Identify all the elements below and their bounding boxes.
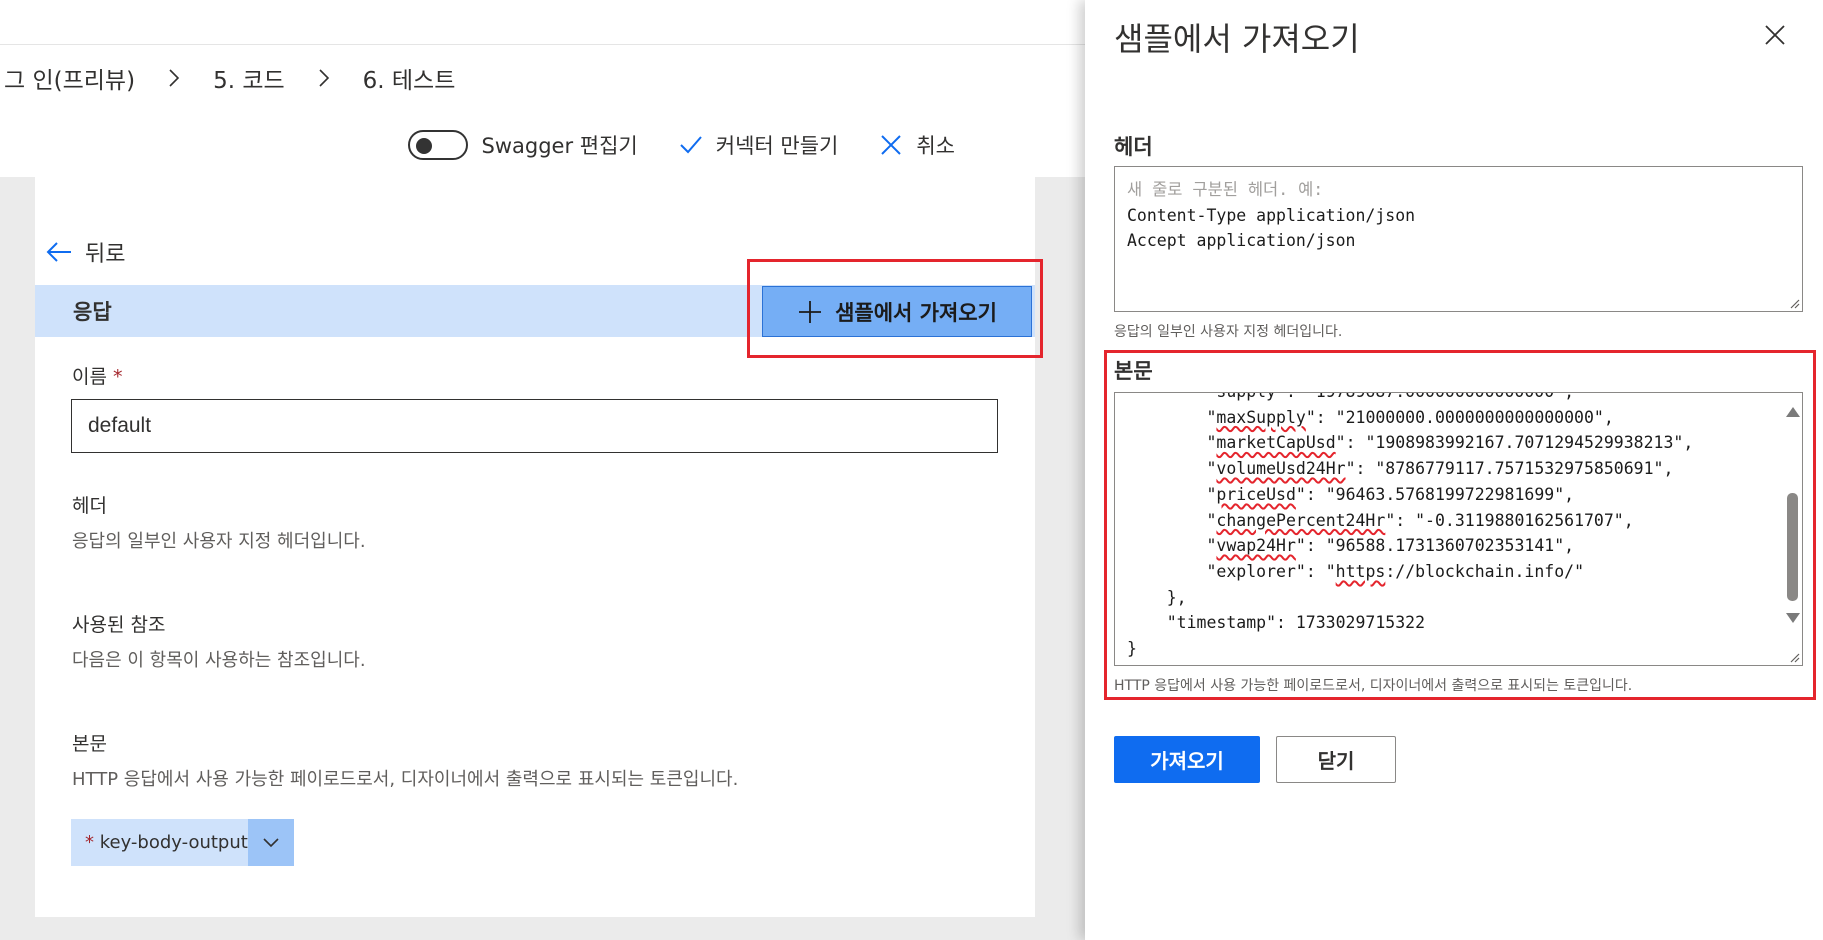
body-output-dropdown[interactable]: * key-body-output bbox=[71, 819, 294, 866]
headers-label: 헤더 bbox=[72, 495, 107, 517]
name-field-label: 이름 * bbox=[72, 362, 123, 389]
cancel-button[interactable]: 취소 bbox=[878, 130, 955, 160]
scroll-down-arrow-icon[interactable] bbox=[1786, 613, 1800, 623]
import-from-sample-panel: 샘플에서 가져오기 헤더 새 줄로 구분된 헤더. 예: Content-Typ… bbox=[1085, 0, 1823, 940]
checkmark-icon bbox=[680, 136, 702, 154]
panel-close-button[interactable] bbox=[1762, 22, 1788, 48]
back-button[interactable]: 뒤로 bbox=[45, 236, 125, 268]
code-line: "maxSupply": "21000000.0000000000000000"… bbox=[1206, 407, 1614, 427]
cancel-label: 취소 bbox=[916, 134, 955, 158]
connector-editor-main: 그 인(프리뷰) 5. 코드 6. 테스트 Swagger 편집기 커넥터 만들… bbox=[0, 0, 1085, 940]
body-code: "supply": "19789687.000000000000000", "m… bbox=[1127, 393, 1694, 662]
resize-grip-icon[interactable] bbox=[1788, 651, 1800, 663]
vertical-scrollbar[interactable] bbox=[1784, 397, 1800, 637]
references-label: 사용된 참조 bbox=[72, 614, 166, 636]
code-line: } bbox=[1127, 639, 1137, 659]
close-icon bbox=[881, 135, 902, 155]
code-line: "marketCapUsd": "1908983992167.707129452… bbox=[1206, 433, 1694, 453]
references-desc: 다음은 이 항목이 사용하는 참조입니다. bbox=[72, 650, 366, 671]
import-from-sample-button[interactable]: 샘플에서 가져오기 bbox=[762, 286, 1032, 337]
response-title: 응답 bbox=[73, 300, 112, 324]
body-desc: HTTP 응답에서 사용 가능한 페이로드로서, 디자이너에서 출력으로 표시되… bbox=[72, 769, 739, 790]
body-textarea[interactable]: "supply": "19789687.000000000000000", "m… bbox=[1114, 392, 1803, 666]
code-line: "explorer": "https://blockchain.info/" bbox=[1206, 561, 1585, 581]
code-line: "supply": "19789687.000000000000000", bbox=[1127, 393, 1574, 401]
resize-grip-icon[interactable] bbox=[1788, 297, 1800, 309]
close-button[interactable]: 닫기 bbox=[1276, 736, 1396, 783]
import-button[interactable]: 가져오기 bbox=[1114, 736, 1260, 783]
header-textarea[interactable]: 새 줄로 구분된 헤더. 예: Content-Type application… bbox=[1114, 166, 1803, 312]
toggle-switch[interactable] bbox=[407, 130, 468, 160]
code-line: }, bbox=[1127, 587, 1187, 607]
swagger-editor-toggle[interactable]: Swagger 편집기 bbox=[407, 130, 638, 160]
chevron-right-icon bbox=[139, 62, 209, 94]
panel-body-desc: HTTP 응답에서 사용 가능한 페이로드로서, 디자이너에서 출력으로 표시되… bbox=[1114, 678, 1633, 694]
header-line: Accept application/json bbox=[1127, 231, 1356, 250]
code-line: "volumeUsd24Hr": "8786779117.75715329758… bbox=[1206, 459, 1674, 479]
header-line: Content-Type application/json bbox=[1127, 205, 1416, 225]
scroll-up-arrow-icon[interactable] bbox=[1786, 407, 1800, 417]
code-line: "changePercent24Hr": "-0.311988016256170… bbox=[1206, 510, 1634, 530]
panel-header-desc: 응답의 일부인 사용자 지정 헤더입니다. bbox=[1114, 324, 1343, 340]
create-connector-button[interactable]: 커넥터 만들기 bbox=[678, 130, 839, 160]
chevron-down-icon bbox=[263, 837, 279, 847]
import-from-sample-label: 샘플에서 가져오기 bbox=[835, 300, 997, 325]
chevron-right-icon bbox=[289, 62, 359, 94]
plus-icon bbox=[799, 300, 822, 323]
required-mark: * bbox=[113, 366, 123, 388]
dropdown-toggle[interactable] bbox=[248, 819, 294, 866]
dropdown-value: * key-body-output bbox=[71, 832, 248, 853]
panel-body-label: 본문 bbox=[1114, 359, 1153, 383]
required-mark: * bbox=[85, 832, 94, 853]
dropdown-value-text: key-body-output bbox=[99, 832, 248, 853]
body-label: 본문 bbox=[72, 733, 107, 755]
header-divider bbox=[0, 44, 1085, 45]
breadcrumb-step-4[interactable]: 그 인(프리뷰) bbox=[0, 61, 139, 95]
code-line: "priceUsd": "96463.5768199722981699", bbox=[1206, 484, 1575, 504]
header-placeholder: 새 줄로 구분된 헤더. 예: bbox=[1127, 180, 1324, 199]
panel-title: 샘플에서 가져오기 bbox=[1114, 20, 1360, 58]
wizard-breadcrumb: 그 인(프리뷰) 5. 코드 6. 테스트 bbox=[0, 62, 459, 94]
command-bar: Swagger 편집기 커넥터 만들기 취소 bbox=[368, 125, 955, 165]
create-connector-label: 커넥터 만들기 bbox=[715, 134, 839, 158]
breadcrumb-step-6[interactable]: 6. 테스트 bbox=[359, 61, 460, 95]
back-label: 뒤로 bbox=[85, 242, 126, 267]
breadcrumb-step-5[interactable]: 5. 코드 bbox=[209, 61, 289, 95]
swagger-editor-label: Swagger 편집기 bbox=[481, 134, 638, 158]
close-icon bbox=[1765, 25, 1785, 45]
name-input[interactable] bbox=[71, 399, 998, 453]
headers-desc: 응답의 일부인 사용자 지정 헤더입니다. bbox=[72, 531, 366, 552]
code-line: "timestamp": 1733029715322 bbox=[1127, 613, 1426, 633]
panel-header-label: 헤더 bbox=[1114, 135, 1153, 159]
arrow-left-icon bbox=[46, 242, 71, 262]
name-label-text: 이름 bbox=[72, 366, 107, 388]
scrollbar-thumb[interactable] bbox=[1787, 493, 1798, 601]
code-line: "vwap24Hr": "96588.1731360702353141", bbox=[1206, 536, 1575, 556]
